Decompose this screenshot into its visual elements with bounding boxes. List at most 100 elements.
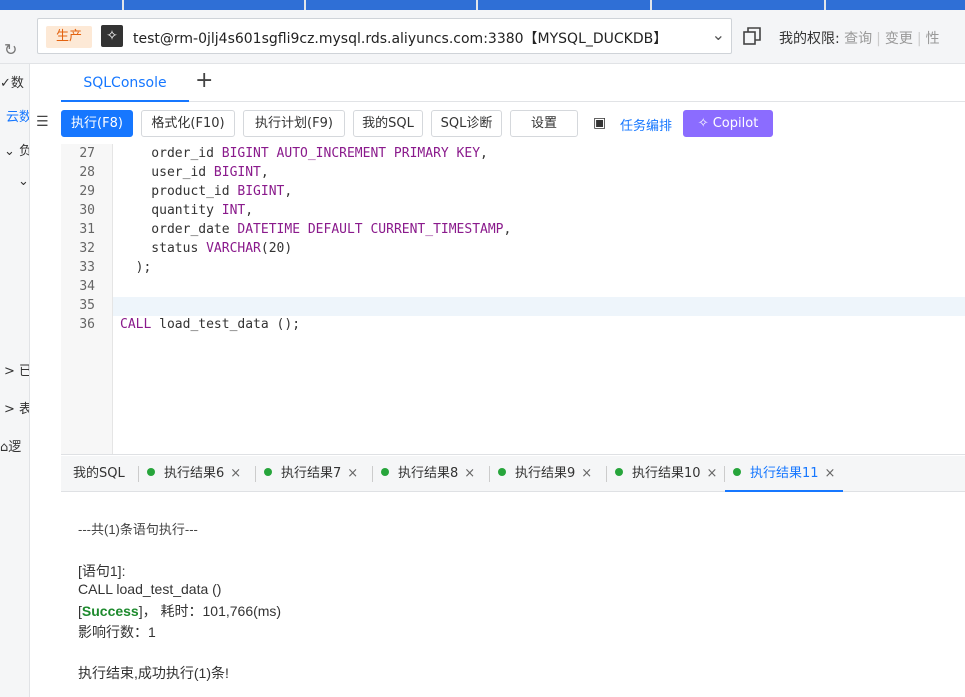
sidebar-item-4[interactable]: > 已 bbox=[4, 360, 29, 379]
task-schedule-link[interactable]: 任务编排 bbox=[620, 115, 672, 134]
chevron-down-icon[interactable]: ⌄ bbox=[18, 174, 29, 189]
check-icon: ✓ bbox=[0, 76, 11, 91]
connection-text: test@rm-0jlj4s601sgfli9cz.mysql.rds.aliy… bbox=[133, 31, 668, 47]
perm-change[interactable]: 变更 bbox=[885, 31, 913, 47]
close-icon[interactable]: × bbox=[347, 466, 358, 481]
add-tab-button[interactable]: + bbox=[195, 68, 213, 93]
perm-separator: | bbox=[916, 31, 922, 47]
current-line-highlight bbox=[113, 297, 965, 316]
tab-result-6[interactable]: 执行结果6 × bbox=[147, 456, 241, 492]
line-number: 35 bbox=[79, 298, 95, 313]
status-dot bbox=[615, 468, 623, 476]
line-number: 27 bbox=[79, 146, 95, 161]
tab-result-10[interactable]: 执行结果10 × bbox=[615, 456, 717, 492]
refresh-icon[interactable]: ↻ bbox=[4, 40, 22, 59]
result-output: ---共(1)条语句执行--- [语句1]: CALL load_test_da… bbox=[61, 493, 965, 697]
chevron-right-icon: > bbox=[4, 364, 15, 379]
close-icon[interactable]: × bbox=[581, 466, 592, 481]
success-badge: Success bbox=[81, 603, 139, 619]
tab-sqlconsole[interactable]: SQLConsole bbox=[61, 66, 189, 102]
close-icon[interactable]: × bbox=[825, 466, 836, 481]
output-header: ---共(1)条语句执行--- bbox=[78, 522, 198, 537]
editor-tabs: SQLConsole + bbox=[61, 64, 965, 102]
line-number: 31 bbox=[79, 222, 95, 237]
connection-bar: ↻ 生产 ✧ test@rm-0jlj4s601sgfli9cz.mysql.r… bbox=[0, 10, 965, 64]
line-number: 34 bbox=[79, 279, 95, 294]
tab-result-11[interactable]: 执行结果11 × bbox=[725, 456, 844, 492]
tab-divider bbox=[606, 466, 607, 482]
result-tabs: 我的SQL 执行结果6 × 执行结果7 × 执行结果8 × 执行结果9 × 执行结果10… bbox=[61, 456, 965, 492]
my-sql-button[interactable]: 我的SQL bbox=[353, 110, 423, 137]
copy-icon[interactable] bbox=[742, 26, 762, 46]
top-accent-bar bbox=[0, 0, 965, 10]
sidebar-item-5[interactable]: > 表 bbox=[4, 398, 29, 417]
line-number-gutter: 27 28 29 30 31 32 33 34 35 36 bbox=[61, 144, 113, 454]
connection-selector[interactable]: 生产 ✧ test@rm-0jlj4s601sgfli9cz.mysql.rds… bbox=[37, 18, 732, 54]
tab-divider bbox=[255, 466, 256, 482]
close-icon[interactable]: × bbox=[707, 466, 718, 481]
env-tag: 生产 bbox=[46, 26, 92, 48]
sidebar-item-1[interactable]: ✓数 bbox=[0, 72, 29, 91]
task-schedule-icon[interactable]: ▣ bbox=[593, 115, 606, 131]
execute-button[interactable]: 执行(F8) bbox=[61, 110, 133, 137]
mysql-icon: ✧ bbox=[101, 25, 123, 47]
execution-summary: 执行结束,成功执行(1)条! bbox=[78, 665, 229, 681]
sidebar-item-cloud[interactable]: 云数 bbox=[6, 106, 29, 125]
top-tab-strip-6[interactable] bbox=[826, 0, 965, 10]
chevron-down-icon[interactable]: ⌄ bbox=[712, 25, 725, 44]
sql-diagnose-button[interactable]: SQL诊断 bbox=[431, 110, 502, 137]
chevron-down-icon: ⌄ bbox=[4, 144, 15, 159]
sql-editor[interactable]: 27 28 29 30 31 32 33 34 35 36 order_id BIGINT AUT… bbox=[61, 144, 965, 455]
tab-divider bbox=[372, 466, 373, 482]
top-tab-strip-5[interactable] bbox=[652, 0, 824, 10]
permissions-label: 我的权限: bbox=[779, 31, 840, 47]
code-line: order_date DATETIME DEFAULT CURRENT_TIME… bbox=[120, 222, 512, 237]
code-line: CALL load_test_data (); bbox=[120, 317, 301, 332]
status-dot bbox=[147, 468, 155, 476]
status-line: [Success]， 耗时：101,766(ms) bbox=[78, 603, 282, 619]
status-dot bbox=[264, 468, 272, 476]
code-line: quantity INT, bbox=[120, 203, 254, 218]
tab-my-sql[interactable]: 我的SQL bbox=[73, 456, 125, 492]
perm-perf[interactable]: 性 bbox=[926, 31, 940, 47]
affected-rows: 影响行数：1 bbox=[78, 624, 156, 640]
elapsed-time: ， 耗时：101,766(ms) bbox=[142, 603, 282, 619]
sidebar-item-6[interactable]: ⌂逻 bbox=[0, 436, 29, 455]
status-dot bbox=[733, 468, 741, 476]
top-tab-strip-1[interactable] bbox=[0, 0, 122, 10]
tab-divider bbox=[489, 466, 490, 482]
code-line: order_id BIGINT AUTO_INCREMENT PRIMARY K… bbox=[120, 146, 488, 161]
line-number: 36 bbox=[79, 317, 95, 332]
tab-result-8[interactable]: 执行结果8 × bbox=[381, 456, 475, 492]
top-tab-strip-2[interactable] bbox=[124, 0, 304, 10]
code-line: status VARCHAR(20) bbox=[120, 241, 293, 256]
code-line: product_id BIGINT, bbox=[120, 184, 293, 199]
perm-query[interactable]: 查询 bbox=[844, 31, 872, 47]
top-tab-strip-4[interactable] bbox=[478, 0, 650, 10]
line-number: 33 bbox=[79, 260, 95, 275]
tab-result-7[interactable]: 执行结果7 × bbox=[264, 456, 358, 492]
sidebar-item-3[interactable]: ⌄ 负 bbox=[4, 140, 29, 159]
permissions: 我的权限: 查询 | 变更 | 性 bbox=[779, 28, 940, 48]
code-line: ); bbox=[120, 260, 152, 275]
left-sidebar: ✓数 云数 ⌄ 负 ⌄ > 已 > 表 ⌂逻 bbox=[0, 64, 30, 697]
perm-separator: | bbox=[876, 31, 881, 47]
sparkle-icon: ✧ bbox=[697, 116, 709, 131]
tab-result-9[interactable]: 执行结果9 × bbox=[498, 456, 592, 492]
line-number: 30 bbox=[79, 203, 95, 218]
close-icon[interactable]: × bbox=[230, 466, 241, 481]
execution-plan-button[interactable]: 执行计划(F9) bbox=[243, 110, 345, 137]
code-line: user_id BIGINT, bbox=[120, 165, 269, 180]
chevron-right-icon: > bbox=[4, 402, 15, 417]
statement-label: [语句1]: bbox=[78, 563, 126, 579]
copilot-button[interactable]: ✧ Copilot bbox=[683, 110, 773, 137]
menu-icon[interactable]: ☰ bbox=[36, 114, 49, 130]
settings-button[interactable]: 设置 bbox=[510, 110, 578, 137]
status-dot bbox=[381, 468, 389, 476]
format-button[interactable]: 格式化(F10) bbox=[141, 110, 235, 137]
status-dot bbox=[498, 468, 506, 476]
line-number: 29 bbox=[79, 184, 95, 199]
tab-divider bbox=[138, 466, 139, 482]
close-icon[interactable]: × bbox=[464, 466, 475, 481]
top-tab-strip-3[interactable] bbox=[306, 0, 476, 10]
